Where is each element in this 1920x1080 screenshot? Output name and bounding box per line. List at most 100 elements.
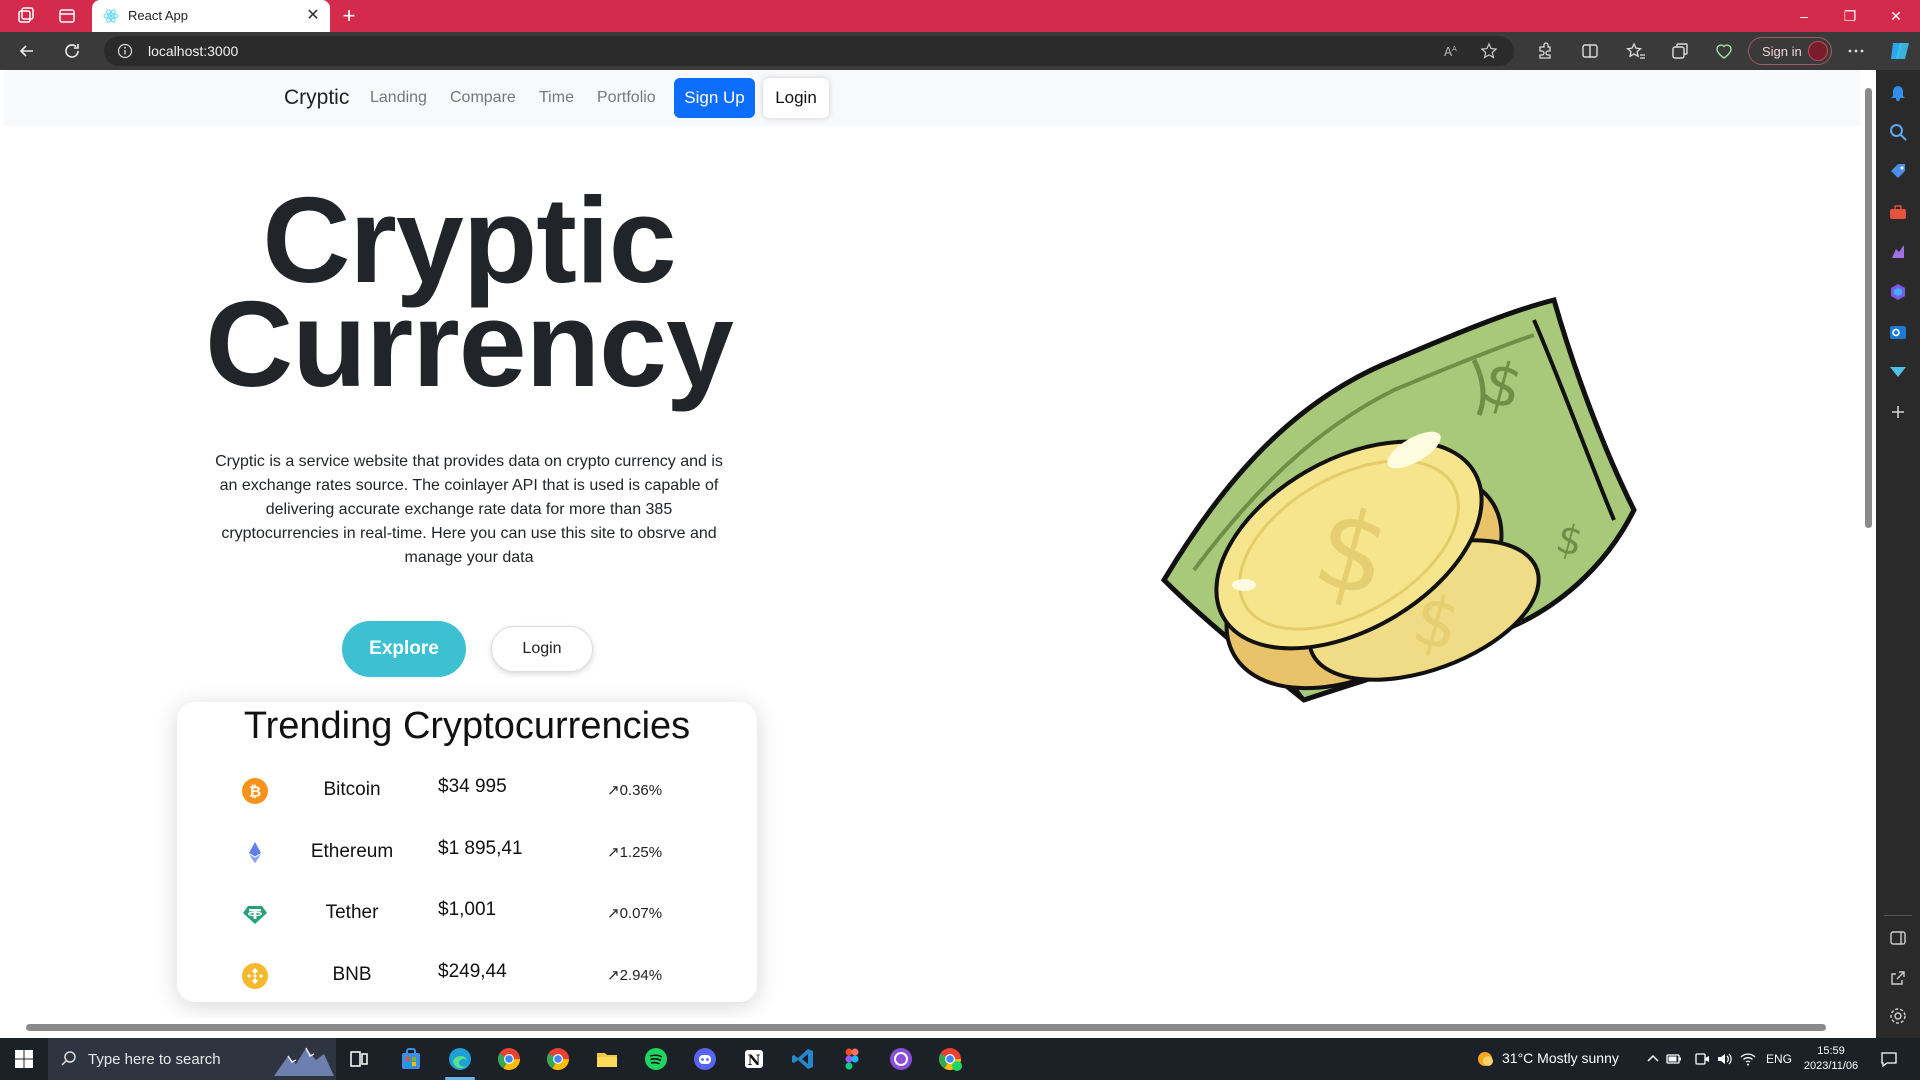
coin-price: $34 995 <box>438 776 507 797</box>
trending-title: Trending Cryptocurrencies <box>243 705 691 747</box>
refresh-icon[interactable] <box>62 41 82 61</box>
search-highlight-icon <box>274 1047 334 1076</box>
hero-title-line-2: Currency <box>205 276 734 412</box>
weather-sun-icon[interactable] <box>1474 1048 1496 1070</box>
github-desktop-app-icon[interactable] <box>888 1046 914 1072</box>
page-horizontal-scrollbar[interactable] <box>0 1018 1876 1038</box>
coin-price: $1 895,41 <box>438 838 523 859</box>
sidebar-divider <box>1884 915 1912 916</box>
outlook-icon[interactable] <box>1888 322 1908 342</box>
coin-name: BNB <box>332 964 372 985</box>
wifi-icon[interactable] <box>1740 1051 1756 1067</box>
coin-price: $249,44 <box>438 961 507 982</box>
drop-icon[interactable] <box>1888 362 1908 382</box>
collections-icon[interactable] <box>1670 41 1690 61</box>
page-viewport: Cryptic Landing Compare Time Portfolio S… <box>4 70 1860 1038</box>
coin-change: ↗1.25% <box>607 844 663 861</box>
coin-row-bnb[interactable]: BNB $249,44 ↗2.94% <box>177 954 757 1004</box>
sign-in-label: Sign in <box>1762 44 1802 59</box>
trending-card: Trending Cryptocurrencies ₿ Bitcoin $34 … <box>177 702 757 1002</box>
minimize-icon[interactable]: – <box>1794 6 1814 26</box>
horizontal-scroll-thumb[interactable] <box>26 1024 1826 1031</box>
discord-app-icon[interactable] <box>692 1046 718 1072</box>
shopping-tag-icon[interactable] <box>1888 162 1908 182</box>
browser-tab-bar: React App ✕ + – ❐ ✕ <box>0 0 1920 32</box>
close-tab-icon[interactable]: ✕ <box>304 7 322 25</box>
copilot-icon[interactable] <box>1888 39 1912 63</box>
battery-icon[interactable] <box>1666 1051 1682 1067</box>
bnb-icon <box>242 963 268 989</box>
window-close-icon[interactable]: ✕ <box>1886 6 1906 26</box>
tab-actions-icon[interactable] <box>57 6 77 26</box>
nav-link-portfolio[interactable]: Portfolio <box>597 89 656 107</box>
search-icon <box>61 1051 76 1066</box>
weather-text[interactable]: 31°C Mostly sunny <box>1502 1050 1619 1066</box>
favorite-star-icon[interactable] <box>1480 42 1498 60</box>
tools-icon[interactable] <box>1888 202 1908 222</box>
search-icon[interactable] <box>1888 122 1908 142</box>
hero-login-button[interactable]: Login <box>491 626 593 672</box>
money-coins-illustration: $ $ $ $ <box>1160 296 1637 703</box>
tab-react-app[interactable]: React App ✕ <box>92 0 330 32</box>
back-icon[interactable] <box>17 41 37 61</box>
vscode-app-icon[interactable] <box>790 1046 816 1072</box>
task-view-icon[interactable] <box>346 1046 372 1072</box>
vertical-scroll-thumb[interactable] <box>1865 88 1872 528</box>
nav-link-time[interactable]: Time <box>539 89 574 107</box>
coin-row-tether[interactable]: Tether $1,001 ↗0.07% <box>177 892 757 942</box>
chrome-profile-app-icon[interactable] <box>545 1046 571 1072</box>
volume-icon[interactable] <box>1716 1051 1732 1067</box>
show-hidden-icons-chevron-icon[interactable] <box>1645 1051 1661 1067</box>
notification-center-icon[interactable] <box>1880 1050 1898 1068</box>
site-info-icon[interactable] <box>117 43 133 59</box>
add-icon[interactable] <box>1888 402 1908 422</box>
svg-text:₿: ₿ <box>249 783 261 801</box>
edge-app-icon[interactable] <box>447 1046 473 1072</box>
windows-taskbar: Type here to search N 31°C Mostly sunny … <box>0 1038 1920 1080</box>
workspaces-icon[interactable] <box>16 6 36 26</box>
avatar <box>1808 41 1828 61</box>
more-options-icon[interactable] <box>1846 41 1866 61</box>
clock-time: 15:59 <box>1817 1045 1845 1057</box>
bitcoin-icon: ₿ <box>242 778 268 804</box>
file-explorer-app-icon[interactable] <box>594 1046 620 1072</box>
svg-text:N: N <box>748 1053 761 1069</box>
chrome-spotify-app-icon[interactable] <box>937 1046 963 1072</box>
spotify-app-icon[interactable] <box>643 1046 669 1072</box>
taskbar-search-box[interactable]: Type here to search <box>48 1038 336 1080</box>
nav-link-landing[interactable]: Landing <box>370 89 427 107</box>
settings-gear-icon[interactable] <box>1888 1006 1908 1026</box>
nav-login-button[interactable]: Login <box>763 78 829 118</box>
system-clock[interactable]: 15:59 2023/11/06 <box>1798 1044 1864 1074</box>
open-external-icon[interactable] <box>1888 968 1908 988</box>
games-icon[interactable] <box>1888 242 1908 262</box>
notion-app-icon[interactable]: N <box>741 1046 767 1072</box>
extensions-icon[interactable] <box>1535 41 1555 61</box>
coin-row-bitcoin[interactable]: ₿ Bitcoin $34 995 ↗0.36% <box>177 769 757 819</box>
windows-start-icon[interactable] <box>14 1049 34 1069</box>
browser-essentials-icon[interactable] <box>1714 41 1734 61</box>
coin-row-ethereum[interactable]: Ethereum $1 895,41 ↗1.25% <box>177 831 757 881</box>
language-indicator[interactable]: ENG <box>1766 1052 1792 1066</box>
hero-description: Cryptic is a service website that provid… <box>215 453 723 566</box>
meet-now-icon[interactable] <box>1694 1051 1710 1067</box>
notification-bell-icon[interactable] <box>1888 82 1908 102</box>
restore-icon[interactable]: ❐ <box>1840 6 1860 26</box>
new-tab-button[interactable]: + <box>338 5 360 27</box>
split-screen-icon[interactable] <box>1580 41 1600 61</box>
nav-link-compare[interactable]: Compare <box>450 89 516 107</box>
favorites-icon[interactable] <box>1626 41 1646 61</box>
brand-logo[interactable]: Cryptic <box>284 86 349 110</box>
page-vertical-scrollbar[interactable] <box>1860 70 1876 1018</box>
url-text: localhost:3000 <box>148 43 239 59</box>
read-aloud-icon[interactable]: AA <box>1442 42 1460 60</box>
sidebar-toggle-icon[interactable] <box>1888 928 1908 948</box>
sign-in-button[interactable]: Sign in <box>1748 37 1832 65</box>
store-app-icon[interactable] <box>398 1046 424 1072</box>
figma-app-icon[interactable] <box>839 1046 865 1072</box>
url-field[interactable]: localhost:3000 AA <box>104 36 1514 66</box>
explore-button[interactable]: Explore <box>342 621 466 677</box>
microsoft-365-icon[interactable] <box>1888 282 1908 302</box>
sign-up-button[interactable]: Sign Up <box>674 78 755 118</box>
chrome-app-icon[interactable] <box>496 1046 522 1072</box>
